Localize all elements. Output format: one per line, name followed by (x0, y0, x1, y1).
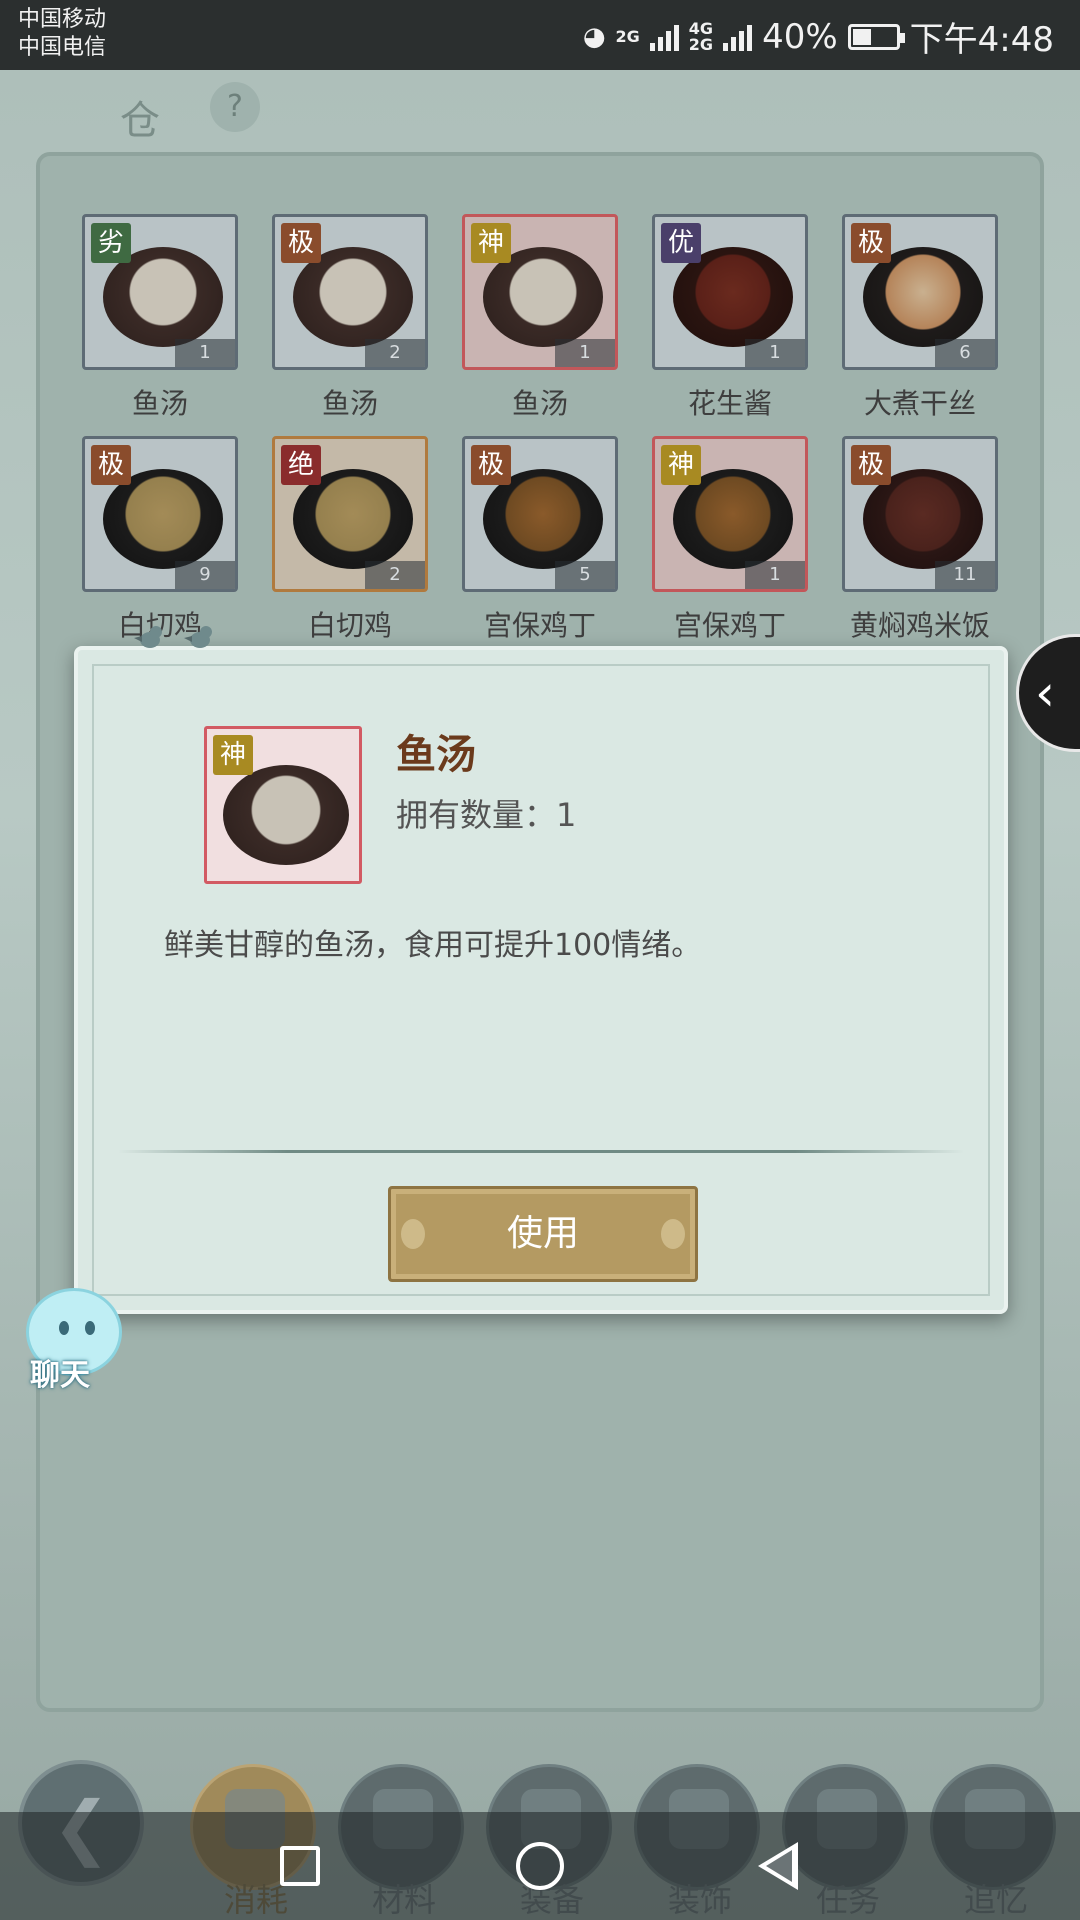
tier-badge: 极 (851, 223, 891, 263)
status-bar: 中国移动 中国电信 ◕ 2G 4G 2G 40% 下午4:48 (0, 0, 1080, 70)
use-button[interactable]: 使用 (388, 1186, 698, 1282)
item-name: 鱼汤 (511, 387, 568, 420)
item-name: 白切鸡 (307, 609, 392, 642)
item-count: 1 (555, 339, 615, 367)
fish-soup-icon (223, 765, 349, 865)
item-count: 1 (745, 339, 805, 367)
signal-icon-1 (649, 23, 679, 51)
tier-badge: 绝 (281, 445, 321, 485)
use-button-label: 使用 (506, 1213, 579, 1254)
item-count: 11 (935, 561, 995, 589)
item-tile[interactable]: 极 11 (842, 436, 998, 592)
item-description: 鲜美甘醇的鱼汤，食用可提升100情绪。 (164, 928, 702, 963)
item-tile[interactable]: 极 6 (842, 214, 998, 370)
help-button[interactable]: ? (210, 82, 260, 132)
item-name: 宫保鸡丁 (483, 609, 596, 642)
item-tile[interactable]: 绝 2 (272, 436, 428, 592)
item-detail-dialog: 神 鱼汤 拥有数量：1 鲜美甘醇的鱼汤，食用可提升100情绪。 使用 (74, 626, 1008, 1314)
status-indicators: ◕ 2G 4G 2G 40% 下午4:48 (583, 12, 1054, 61)
chat-label: 聊天 (30, 1358, 90, 1393)
tier-badge: 神 (213, 735, 253, 775)
item-count: 1 (745, 561, 805, 589)
inventory-item[interactable]: 劣 1 鱼汤 (82, 214, 238, 436)
mascot-eye (85, 1321, 95, 1335)
inventory-item[interactable]: 极 5 宫保鸡丁 (462, 436, 618, 658)
home-icon[interactable] (516, 1842, 564, 1890)
tier-badge: 神 (471, 223, 511, 263)
item-name: 花生酱 (687, 387, 772, 420)
tier-badge: 极 (91, 445, 131, 485)
item-name: 鱼汤 (131, 387, 188, 420)
inventory-item[interactable]: 绝 2 白切鸡 (272, 436, 428, 658)
item-tile[interactable]: 优 1 (652, 214, 808, 370)
wifi-icon: ◕ (582, 21, 606, 52)
back-triangle-icon[interactable] (758, 1842, 798, 1890)
item-tile[interactable]: 极 9 (82, 436, 238, 592)
bird-decoration-icon (132, 622, 168, 652)
tier-badge: 极 (471, 445, 511, 485)
recent-apps-icon[interactable] (280, 1846, 320, 1886)
item-count: 2 (365, 339, 425, 367)
item-tile[interactable]: 神 1 (462, 214, 618, 370)
system-nav-bar (0, 1812, 1080, 1920)
item-count: 1 (175, 339, 235, 367)
inventory-item[interactable]: 神 1 鱼汤 (462, 214, 618, 436)
signal-icon-2 (723, 23, 753, 51)
item-tile[interactable]: 神 1 (652, 436, 808, 592)
scene-title: 仓 (120, 98, 160, 144)
tier-badge: 神 (661, 445, 701, 485)
item-count: 9 (175, 561, 235, 589)
tier-badge: 劣 (91, 223, 131, 263)
bird-decoration-icon (182, 622, 218, 652)
item-name: 黄焖鸡米饭 (849, 609, 990, 642)
battery-icon (847, 23, 905, 50)
inventory-item[interactable]: 极 2 鱼汤 (272, 214, 428, 436)
inventory-item[interactable]: 神 1 宫保鸡丁 (652, 436, 808, 658)
item-name: 大煮干丝 (863, 387, 976, 420)
inventory-item[interactable]: 优 1 花生酱 (652, 214, 808, 436)
item-name: 鱼汤 (321, 387, 378, 420)
chevron-left-icon: ‹ (1035, 664, 1055, 722)
chat-button[interactable]: 聊天 (12, 1288, 122, 1398)
tier-badge: 极 (851, 445, 891, 485)
carrier-2: 中国电信 (18, 35, 107, 60)
item-icon: 神 (204, 726, 362, 884)
divider (118, 1150, 964, 1153)
item-quantity: 拥有数量：1 (396, 796, 577, 834)
flower-decoration-icon (661, 1219, 685, 1249)
item-count: 5 (555, 561, 615, 589)
clock: 下午4:48 (909, 20, 1054, 60)
battery-percent: 40% (762, 16, 838, 57)
item-tile[interactable]: 极 5 (462, 436, 618, 592)
item-title: 鱼汤 (396, 732, 476, 778)
item-tile[interactable]: 劣 1 (82, 214, 238, 370)
flower-decoration-icon (401, 1219, 425, 1249)
network-type-1: 2G (615, 26, 640, 46)
inventory-item[interactable]: 极 6 大煮干丝 (842, 214, 998, 436)
item-name: 宫保鸡丁 (673, 609, 786, 642)
inventory-item[interactable]: 极 11 黄焖鸡米饭 (842, 436, 998, 658)
item-tile[interactable]: 极 2 (272, 214, 428, 370)
network-type-3: 2G (688, 34, 714, 54)
item-count: 6 (935, 339, 995, 367)
carrier-info: 中国移动 中国电信 (18, 6, 106, 62)
carrier-1: 中国移动 (18, 7, 107, 32)
item-count: 2 (365, 561, 425, 589)
network-type-group: 4G 2G (688, 20, 714, 54)
tier-badge: 极 (281, 223, 321, 263)
tier-badge: 优 (661, 223, 701, 263)
mascot-eye (59, 1321, 69, 1335)
